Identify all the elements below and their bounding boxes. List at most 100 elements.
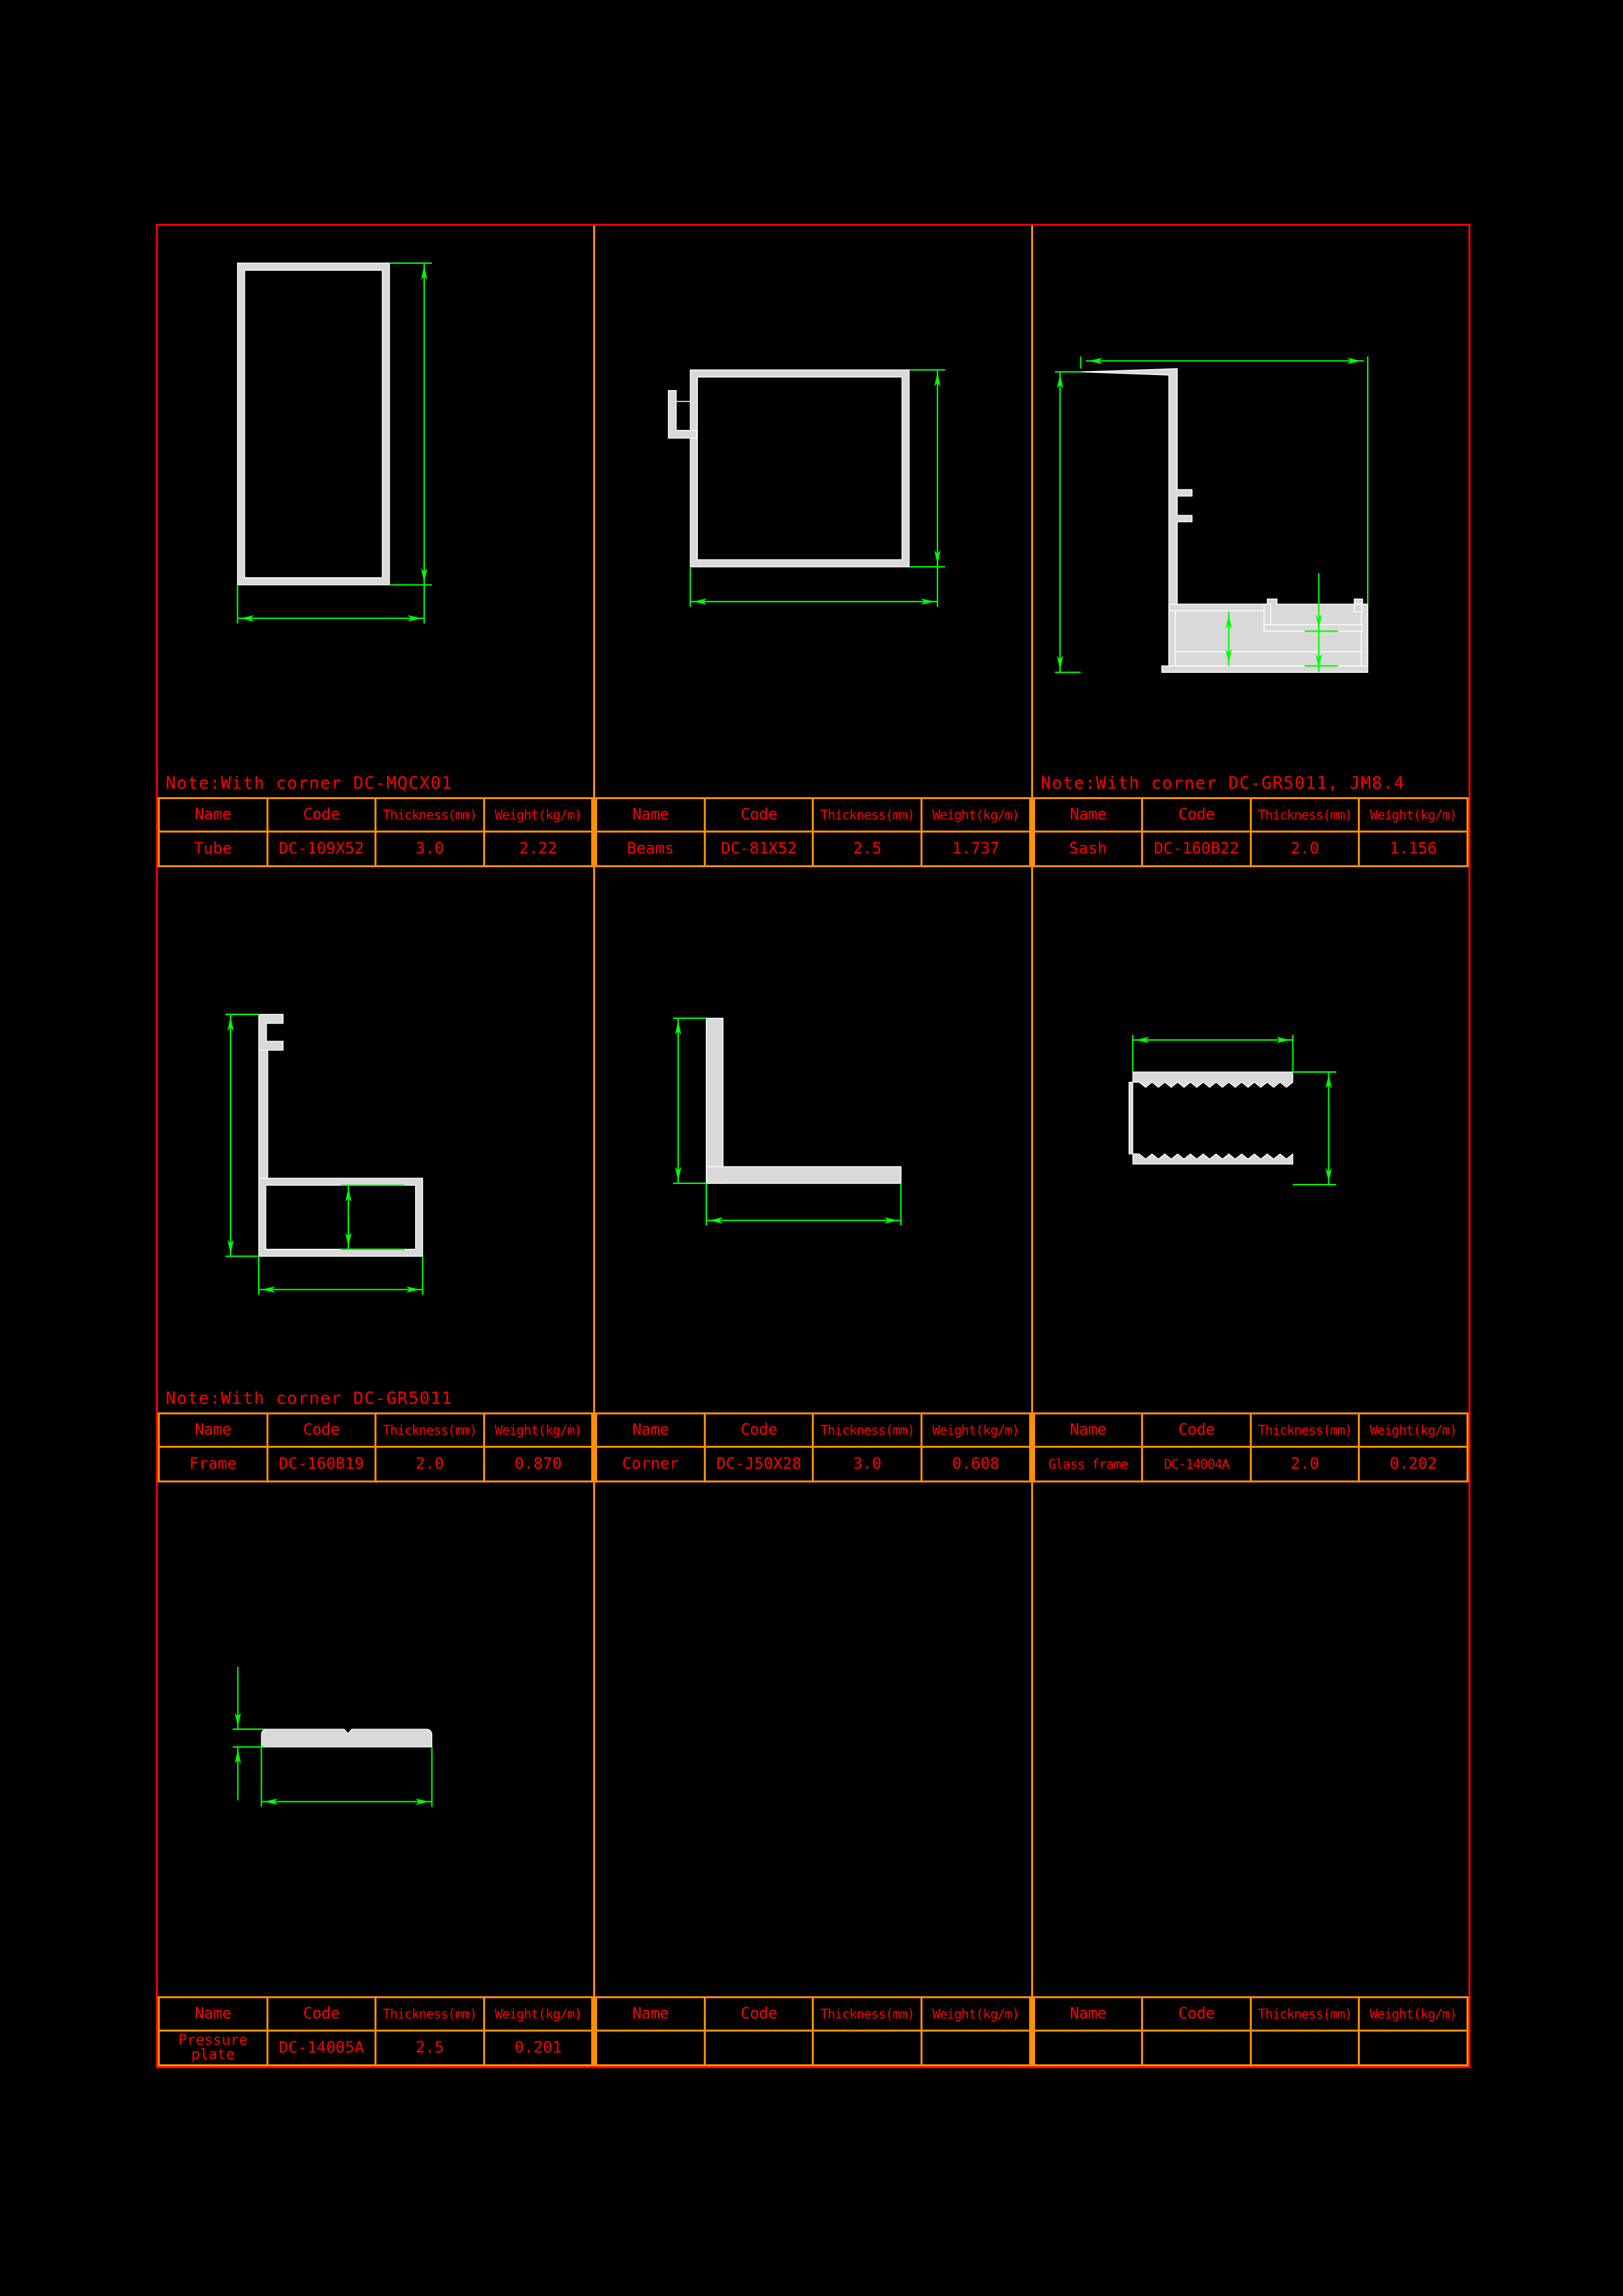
header-weight: Weight(kg/m) xyxy=(921,1996,1031,2032)
spec-table-sash: Name Code Thickness(mm) Weight(kg/m) Sas… xyxy=(1032,797,1468,867)
value-name: Beams xyxy=(595,831,706,867)
value-weight: 2.22 xyxy=(483,831,594,867)
profile-drawing-glass-frame xyxy=(1033,867,1468,1412)
table-row: Glass frame DC-14004A 2.0 0.202 xyxy=(1032,1446,1468,1482)
profile-cell-empty-9[interactable] xyxy=(1033,1482,1468,1996)
header-name: Name xyxy=(1032,797,1144,833)
header-name: Name xyxy=(595,797,706,833)
value-thickness: 2.5 xyxy=(812,831,923,867)
spec-table-wrap-empty-9: Name Code Thickness(mm) Weight(kg/m) xyxy=(1032,1996,1468,2066)
table-row: Beams DC-81X52 2.5 1.737 xyxy=(595,831,1031,867)
spec-table-corner: Name Code Thickness(mm) Weight(kg/m) Cor… xyxy=(595,1412,1031,1482)
header-thickness: Thickness(mm) xyxy=(374,1996,485,2032)
profile-cell-empty-8[interactable] xyxy=(595,1482,1033,1996)
value-name: Glass frame xyxy=(1032,1446,1144,1482)
header-code: Code xyxy=(266,797,377,833)
value-thickness: 3.0 xyxy=(812,1446,923,1482)
sheet-band-3: Name Code Thickness(mm) Weight(kg/m) Pre… xyxy=(158,1482,1468,2066)
value-weight: 0.870 xyxy=(483,1446,594,1482)
profile-cell-tube[interactable]: Note:With corner DC-MQCX01 xyxy=(158,226,596,797)
header-thickness: Thickness(mm) xyxy=(1249,1996,1360,2032)
table-row: Sash DC-160B22 2.0 1.156 xyxy=(1032,831,1468,867)
header-code: Code xyxy=(703,1996,814,2032)
value-thickness: 3.0 xyxy=(374,831,485,867)
value-name: Corner xyxy=(595,1446,706,1482)
header-weight: Weight(kg/m) xyxy=(921,797,1031,833)
header-thickness: Thickness(mm) xyxy=(812,1412,923,1448)
table-row: Name Code Thickness(mm) Weight(kg/m) xyxy=(158,1412,594,1448)
header-weight: Weight(kg/m) xyxy=(483,1996,594,2032)
cell-note-sash: Note:With corner DC-GR5011, JM8.4 xyxy=(1040,774,1405,793)
table-row xyxy=(1032,2030,1468,2066)
profile-cell-beams[interactable] xyxy=(595,226,1033,797)
value-name: Sash xyxy=(1032,831,1144,867)
spec-table-frame: Name Code Thickness(mm) Weight(kg/m) Fra… xyxy=(158,1412,594,1482)
header-name: Name xyxy=(158,1996,268,2032)
table-row: Name Code Thickness(mm) Weight(kg/m) xyxy=(595,797,1031,833)
value-code xyxy=(703,2030,814,2066)
header-thickness: Thickness(mm) xyxy=(374,797,485,833)
header-name: Name xyxy=(158,1412,268,1448)
profile-cell-frame[interactable]: Note:With corner DC-GR5011 xyxy=(158,867,596,1412)
spec-table-row-1: Name Code Thickness(mm) Weight(kg/m) Tub… xyxy=(158,797,1468,867)
drawing-row-2: Note:With corner DC-GR5011 xyxy=(158,867,1468,1412)
spec-table-beams: Name Code Thickness(mm) Weight(kg/m) Bea… xyxy=(595,797,1031,867)
header-weight: Weight(kg/m) xyxy=(1358,797,1468,833)
spec-table-wrap-glass-frame: Name Code Thickness(mm) Weight(kg/m) Gla… xyxy=(1032,1412,1468,1482)
value-name: Tube xyxy=(158,831,268,867)
header-code: Code xyxy=(266,1996,377,2032)
value-code: DC-14005A xyxy=(266,2030,377,2066)
table-row: Frame DC-160B19 2.0 0.870 xyxy=(158,1446,594,1482)
spec-table-pressure-plate: Name Code Thickness(mm) Weight(kg/m) Pre… xyxy=(158,1996,594,2066)
profile-drawing-corner xyxy=(595,867,1030,1412)
sheet-band-2: Note:With corner DC-GR5011 Name Code Thi… xyxy=(158,867,1468,1482)
profile-cell-corner[interactable] xyxy=(595,867,1033,1412)
profile-cell-glass-frame[interactable] xyxy=(1033,867,1468,1412)
value-name xyxy=(1032,2030,1144,2066)
spec-table-wrap-tube: Name Code Thickness(mm) Weight(kg/m) Tub… xyxy=(158,797,596,867)
value-code: DC-J50X28 xyxy=(703,1446,814,1482)
spec-table-empty-8: Name Code Thickness(mm) Weight(kg/m) xyxy=(595,1996,1031,2066)
value-weight: 0.608 xyxy=(921,1446,1031,1482)
header-weight: Weight(kg/m) xyxy=(1358,1412,1468,1448)
table-row: Corner DC-J50X28 3.0 0.608 xyxy=(595,1446,1031,1482)
header-name: Name xyxy=(595,1996,706,2032)
spec-table-glass-frame: Name Code Thickness(mm) Weight(kg/m) Gla… xyxy=(1032,1412,1468,1482)
drawing-row-3 xyxy=(158,1482,1468,1996)
sheet-band-1: Note:With corner DC-MQCX01 Note:With cor… xyxy=(158,226,1468,867)
header-name: Name xyxy=(1032,1996,1144,2032)
spec-table-empty-9: Name Code Thickness(mm) Weight(kg/m) xyxy=(1032,1996,1468,2066)
value-thickness: 2.5 xyxy=(374,2030,485,2066)
profile-cell-pressure-plate[interactable] xyxy=(158,1482,596,1996)
header-code: Code xyxy=(1141,1996,1252,2032)
table-row: Pressure plate DC-14005A 2.5 0.201 xyxy=(158,2030,594,2066)
spec-table-row-3: Name Code Thickness(mm) Weight(kg/m) Pre… xyxy=(158,1996,1468,2066)
header-weight: Weight(kg/m) xyxy=(483,1412,594,1448)
profile-cell-sash[interactable]: Note:With corner DC-GR5011, JM8.4 xyxy=(1033,226,1468,797)
value-code: DC-14004A xyxy=(1141,1446,1252,1482)
value-code: DC-81X52 xyxy=(703,831,814,867)
value-thickness xyxy=(812,2030,923,2066)
value-code: DC-109X52 xyxy=(266,831,377,867)
value-thickness: 2.0 xyxy=(1249,831,1360,867)
value-weight xyxy=(921,2030,1031,2066)
value-thickness: 2.0 xyxy=(374,1446,485,1482)
spec-table-wrap-frame: Name Code Thickness(mm) Weight(kg/m) Fra… xyxy=(158,1412,596,1482)
spec-table-wrap-pressure-plate: Name Code Thickness(mm) Weight(kg/m) Pre… xyxy=(158,1996,596,2066)
table-row: Tube DC-109X52 3.0 2.22 xyxy=(158,831,594,867)
value-name xyxy=(595,2030,706,2066)
value-weight: 1.156 xyxy=(1358,831,1468,867)
value-weight: 1.737 xyxy=(921,831,1031,867)
value-name: Frame xyxy=(158,1446,268,1482)
value-code: DC-160B19 xyxy=(266,1446,377,1482)
header-thickness: Thickness(mm) xyxy=(1249,797,1360,833)
header-weight: Weight(kg/m) xyxy=(1358,1996,1468,2032)
spec-table-wrap-empty-8: Name Code Thickness(mm) Weight(kg/m) xyxy=(595,1996,1033,2066)
profile-drawing-sash xyxy=(1033,226,1468,797)
table-row: Name Code Thickness(mm) Weight(kg/m) xyxy=(1032,1412,1468,1448)
table-row: Name Code Thickness(mm) Weight(kg/m) xyxy=(1032,1996,1468,2032)
table-row: Name Code Thickness(mm) Weight(kg/m) xyxy=(158,1996,594,2032)
drawing-row-1: Note:With corner DC-MQCX01 Note:With cor… xyxy=(158,226,1468,797)
spec-table-tube: Name Code Thickness(mm) Weight(kg/m) Tub… xyxy=(158,797,594,867)
value-code: DC-160B22 xyxy=(1141,831,1252,867)
